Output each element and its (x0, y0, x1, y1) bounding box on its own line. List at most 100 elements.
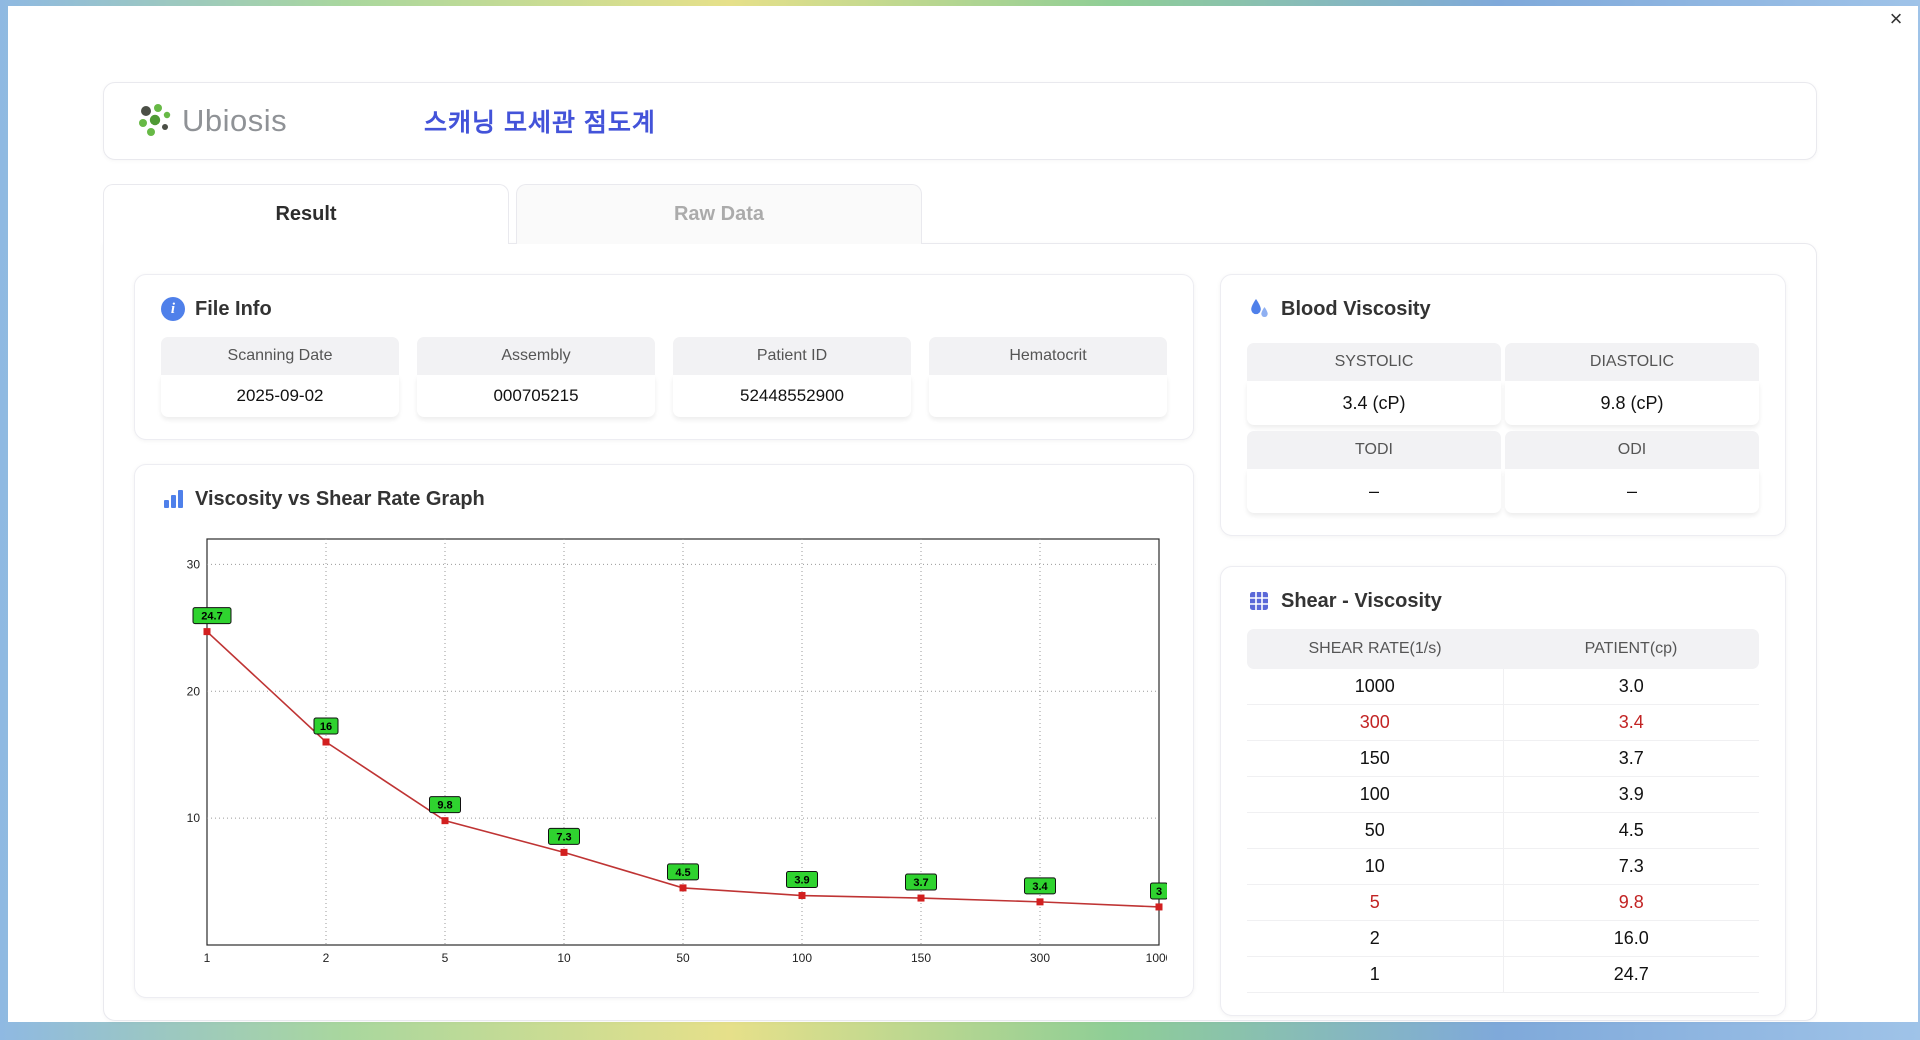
droplets-icon (1251, 299, 1268, 317)
table-row: 1 24.7 (1247, 957, 1759, 993)
tab-result[interactable]: Result (103, 184, 509, 246)
field-value: 2025-09-02 (161, 375, 399, 417)
field-hematocrit: Hematocrit (929, 337, 1167, 417)
svg-text:1: 1 (204, 951, 211, 965)
svg-text:50: 50 (676, 951, 690, 965)
file-info-panel: i File Info Scanning Date 2025-09-02 Ass… (134, 274, 1194, 440)
shear-viscosity-title: Shear - Viscosity (1281, 589, 1442, 612)
field-patient-id: Patient ID 52448552900 (673, 337, 911, 417)
right-column: Blood Viscosity SYSTOLIC DIASTOLIC 3.4 (… (1220, 274, 1786, 1016)
table-row: 2 16.0 (1247, 921, 1759, 957)
svg-text:3.4: 3.4 (1032, 881, 1048, 893)
patient-value: 3.4 (1618, 712, 1644, 732)
shear-rate-value: 1 (1247, 957, 1504, 992)
blood-viscosity-panel: Blood Viscosity SYSTOLIC DIASTOLIC 3.4 (… (1220, 274, 1786, 536)
table-row: 100 3.9 (1247, 777, 1759, 813)
page-title: 스캐닝 모세관 점도계 (424, 109, 656, 137)
table-row: 10 7.3 (1247, 849, 1759, 885)
field-label: Scanning Date (161, 337, 399, 375)
svg-text:10: 10 (557, 951, 571, 965)
column-shear-rate: SHEAR RATE(1/s) (1247, 629, 1503, 669)
brand-name: Ubiosis (182, 103, 288, 138)
odi-label: ODI (1505, 431, 1759, 469)
info-icon: i (161, 297, 185, 321)
svg-text:3: 3 (1156, 886, 1162, 898)
svg-text:300: 300 (1030, 951, 1050, 965)
systolic-label: SYSTOLIC (1247, 343, 1501, 381)
shear-rate-value: 300 (1247, 705, 1504, 740)
svg-text:100: 100 (792, 951, 812, 965)
patient-value: 7.3 (1618, 856, 1644, 876)
todi-label: TODI (1247, 431, 1501, 469)
field-value: 000705215 (417, 375, 655, 417)
field-scanning-date: Scanning Date 2025-09-02 (161, 337, 399, 417)
table-icon (1250, 592, 1268, 610)
field-assembly: Assembly 000705215 (417, 337, 655, 417)
close-button[interactable]: × (1882, 6, 1910, 32)
svg-text:3.9: 3.9 (794, 875, 809, 887)
shear-rate-value: 100 (1247, 777, 1504, 812)
svg-text:150: 150 (911, 951, 931, 965)
svg-text:24.7: 24.7 (201, 611, 222, 623)
patient-value: 24.7 (1613, 964, 1649, 984)
svg-text:30: 30 (187, 557, 201, 571)
todi-value: – (1247, 469, 1501, 513)
graph-panel: Viscosity vs Shear Rate Graph 10 20 30 1 2 5 1… (134, 464, 1194, 998)
svg-text:5: 5 (442, 951, 449, 965)
svg-text:10: 10 (187, 811, 201, 825)
viscosity-chart: 10 20 30 1 2 5 10 50 100 150 300 1000 24.7 16 9.8 7.3 4.… (187, 538, 1167, 965)
blood-viscosity-title-row: Blood Viscosity (1247, 297, 1759, 321)
table-row: 150 3.7 (1247, 741, 1759, 777)
file-info-fields: Scanning Date 2025-09-02 Assembly 000705… (161, 337, 1167, 417)
table-row: 50 4.5 (1247, 813, 1759, 849)
systolic-value: 3.4 (cP) (1247, 381, 1501, 425)
shear-viscosity-table: SHEAR RATE(1/s) PATIENT(cp) 1000 3.0 300 3.… (1247, 629, 1759, 993)
tab-bar: Result Raw Data (103, 184, 922, 246)
diastolic-label: DIASTOLIC (1505, 343, 1759, 381)
table-row: 300 3.4 (1247, 705, 1759, 741)
blood-viscosity-title: Blood Viscosity (1281, 297, 1431, 320)
svg-text:20: 20 (187, 684, 201, 698)
shear-table-body: 1000 3.0 300 3.4 150 3.7 100 3.9 50 4.5 10 7.3 5 9.8 2… (1247, 669, 1759, 993)
logo-dots-icon (139, 104, 171, 136)
shear-rate-value: 10 (1247, 849, 1504, 884)
table-row: 5 9.8 (1247, 885, 1759, 921)
shear-rate-value: 50 (1247, 813, 1504, 848)
brand-logo: Ubiosis (134, 101, 364, 141)
patient-value: 3.9 (1618, 784, 1644, 804)
patient-value: 9.8 (1618, 892, 1644, 912)
patient-value: 3.0 (1618, 676, 1644, 696)
shear-viscosity-title-row: Shear - Viscosity (1247, 589, 1759, 613)
svg-text:2: 2 (323, 951, 330, 965)
column-patient: PATIENT(cp) (1503, 629, 1759, 669)
table-row: 1000 3.0 (1247, 669, 1759, 705)
field-label: Patient ID (673, 337, 911, 375)
shear-rate-value: 150 (1247, 741, 1504, 776)
svg-text:16: 16 (320, 721, 332, 733)
field-label: Assembly (417, 337, 655, 375)
svg-text:3.7: 3.7 (913, 877, 928, 889)
app-header: Ubiosis 스캐닝 모세관 점도계 (103, 82, 1817, 160)
svg-text:9.8: 9.8 (437, 800, 452, 812)
odi-value: – (1505, 469, 1759, 513)
patient-value: 3.7 (1618, 748, 1644, 768)
blood-viscosity-grid: SYSTOLIC DIASTOLIC 3.4 (cP) 9.8 (cP) TOD… (1247, 337, 1759, 513)
graph-title: Viscosity vs Shear Rate Graph (195, 487, 485, 510)
left-column: i File Info Scanning Date 2025-09-02 Ass… (134, 274, 1194, 998)
shear-viscosity-panel: Shear - Viscosity SHEAR RATE(1/s) PATIEN… (1220, 566, 1786, 1016)
svg-text:7.3: 7.3 (556, 831, 571, 843)
file-info-title-row: i File Info (161, 297, 1167, 321)
field-value (929, 375, 1167, 417)
table-header-row: SHEAR RATE(1/s) PATIENT(cp) (1247, 629, 1759, 669)
chart-container: 10 20 30 1 2 5 10 50 100 150 300 1000 24.7 16 9.8 7.3 4.… (161, 527, 1167, 975)
tab-raw-data[interactable]: Raw Data (516, 184, 922, 244)
file-info-title: File Info (195, 297, 272, 320)
svg-text:1000: 1000 (1146, 951, 1167, 965)
svg-text:4.5: 4.5 (675, 867, 690, 879)
app-window: × Ubiosis 스캐닝 모세관 점도계 Result Raw Data i … (8, 6, 1918, 1022)
diastolic-value: 9.8 (cP) (1505, 381, 1759, 425)
content-card: i File Info Scanning Date 2025-09-02 Ass… (103, 243, 1817, 1021)
shear-rate-value: 5 (1247, 885, 1504, 920)
field-label: Hematocrit (929, 337, 1167, 375)
shear-rate-value: 2 (1247, 921, 1504, 956)
